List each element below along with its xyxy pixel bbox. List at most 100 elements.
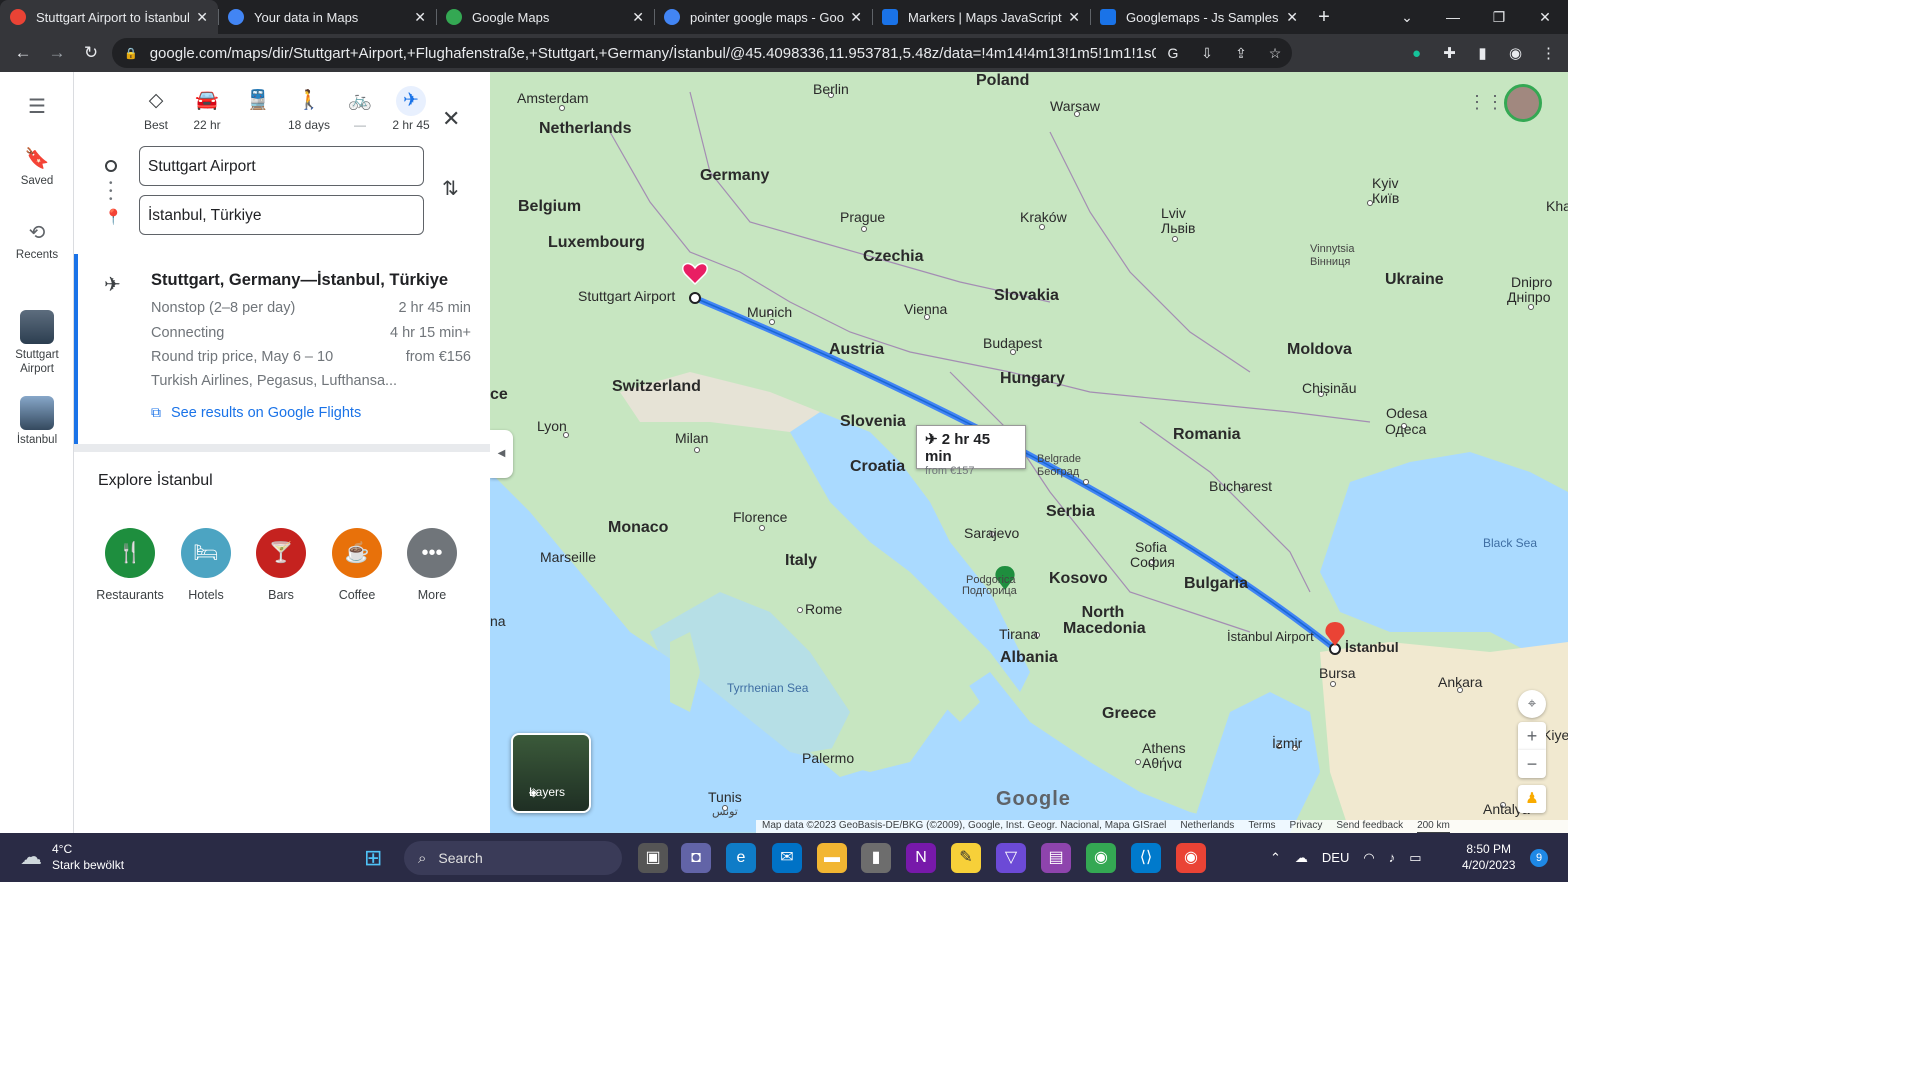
map-label: Vienna xyxy=(904,301,948,317)
explore-hotels[interactable]: 🛏 Hotels xyxy=(171,528,241,602)
restore-icon[interactable]: ❐ xyxy=(1476,0,1522,34)
zoom-in-button[interactable]: + xyxy=(1518,722,1546,750)
clock[interactable]: 8:50 PM 4/20/2023 xyxy=(1462,841,1515,873)
layers-button[interactable]: ◈ Layers xyxy=(511,733,591,813)
mode-best[interactable]: ◇ Best xyxy=(131,86,181,132)
google-lens-icon[interactable]: G xyxy=(1156,45,1190,61)
bike-icon: 🚲 xyxy=(348,90,372,111)
recent-place-stuttgart[interactable]: Stuttgart Airport xyxy=(0,310,74,376)
tab-pointer-search[interactable]: pointer google maps - Goo ✕ xyxy=(654,0,872,34)
destination-input[interactable]: İstanbul, Türkiye xyxy=(139,195,424,235)
recents-button[interactable]: ⟲ Recents xyxy=(0,220,74,261)
tab-search-icon[interactable]: ⌄ xyxy=(1384,0,1430,34)
my-location-button[interactable]: ⌖ xyxy=(1518,690,1546,718)
app-icon[interactable]: ▮ xyxy=(861,843,891,873)
mode-transit[interactable]: 🚆 xyxy=(233,86,283,118)
volume-icon[interactable]: ♪ xyxy=(1389,850,1396,865)
swap-icon[interactable]: ⇅ xyxy=(442,176,459,201)
sticky-notes-icon[interactable]: ✎ xyxy=(951,843,981,873)
app-icon[interactable]: ▤ xyxy=(1041,843,1071,873)
account-avatar[interactable] xyxy=(1504,84,1542,122)
explore-more[interactable]: ••• More xyxy=(397,528,467,602)
tab-markers[interactable]: Markers | Maps JavaScript ✕ xyxy=(872,0,1090,34)
share-icon[interactable]: ⇪ xyxy=(1224,45,1258,62)
mode-flight[interactable]: ✈ 2 hr 45 xyxy=(386,86,436,132)
taskbar-search[interactable]: ⌕ Search xyxy=(404,841,622,875)
chrome-icon[interactable]: ◉ xyxy=(1086,843,1116,873)
close-icon[interactable]: ✕ xyxy=(1068,9,1080,26)
language-indicator[interactable]: DEU xyxy=(1322,850,1349,865)
map-label: Tirana xyxy=(999,626,1039,642)
region-link[interactable]: Netherlands xyxy=(1180,820,1234,833)
menu-button[interactable]: ☰ xyxy=(0,94,74,123)
bookmark-star-icon[interactable]: ☆ xyxy=(1258,45,1292,62)
mail-icon[interactable]: ✉ xyxy=(772,843,802,873)
mode-drive[interactable]: 🚘 22 hr xyxy=(182,86,232,132)
install-icon[interactable]: ⇩ xyxy=(1190,45,1224,62)
file-explorer-icon[interactable]: ▬ xyxy=(817,843,847,873)
map-label: Sofia xyxy=(1135,539,1167,555)
recent-place-istanbul[interactable]: İstanbul xyxy=(0,396,74,446)
vscode-icon[interactable]: ⟨⟩ xyxy=(1131,843,1161,873)
vpn-icon[interactable]: ▽ xyxy=(996,843,1026,873)
chevron-up-icon[interactable]: ⌃ xyxy=(1270,850,1281,866)
close-directions-icon[interactable]: ✕ xyxy=(442,106,460,132)
close-icon[interactable]: ✕ xyxy=(414,9,426,26)
saved-button[interactable]: 🔖 Saved xyxy=(0,146,74,187)
task-view-icon[interactable]: ▣ xyxy=(638,843,668,873)
battery-icon[interactable]: ▭ xyxy=(1409,850,1421,866)
flight-route-card[interactable]: ✈ Stuttgart, Germany—İstanbul, Türkiye N… xyxy=(74,254,490,444)
tab-js-samples[interactable]: Googlemaps - Js Samples ✕ xyxy=(1090,0,1308,34)
tab-google-maps[interactable]: Google Maps ✕ xyxy=(436,0,654,34)
flight-info-box[interactable]: ✈ 2 hr 45 min from €157 xyxy=(916,425,1026,477)
pegman-icon[interactable]: ♟ xyxy=(1518,785,1546,813)
zoom-out-button[interactable]: − xyxy=(1518,750,1546,778)
close-icon[interactable]: ✕ xyxy=(1286,9,1298,26)
origin-input[interactable]: Stuttgart Airport xyxy=(139,146,424,186)
close-window-icon[interactable]: ✕ xyxy=(1522,0,1568,34)
mode-bike[interactable]: 🚲 — xyxy=(335,86,385,132)
map-label: Kha xyxy=(1546,198,1568,214)
lock-icon[interactable]: 🔒 xyxy=(124,47,138,60)
onedrive-icon[interactable]: ☁ xyxy=(1295,850,1308,866)
wifi-icon[interactable]: ◠ xyxy=(1363,850,1374,866)
side-panel-icon[interactable]: ▮ xyxy=(1466,44,1499,62)
extensions-icon[interactable]: ✚ xyxy=(1433,44,1466,62)
back-icon[interactable]: ← xyxy=(6,43,40,63)
notification-badge[interactable]: 9 xyxy=(1530,849,1548,867)
grammarly-icon[interactable]: ● xyxy=(1400,45,1433,62)
scale-label[interactable]: 200 km xyxy=(1417,820,1450,833)
tab-your-data[interactable]: Your data in Maps ✕ xyxy=(218,0,436,34)
address-bar[interactable]: 🔒 google.com/maps/dir/Stuttgart+Airport,… xyxy=(112,38,1292,68)
close-icon[interactable]: ✕ xyxy=(632,9,644,26)
teams-icon[interactable]: ◘ xyxy=(681,843,711,873)
reload-icon[interactable]: ↻ xyxy=(74,43,108,63)
feedback-link[interactable]: Send feedback xyxy=(1336,820,1403,833)
mode-walk[interactable]: 🚶 18 days xyxy=(284,86,334,132)
map-canvas[interactable]: Poland Netherlands Germany Belgium Luxem… xyxy=(490,72,1568,833)
minimize-icon[interactable]: — xyxy=(1430,0,1476,34)
explore-restaurants[interactable]: 🍴 Restaurants xyxy=(95,528,165,602)
weather-widget[interactable]: ☁ 4°C Stark bewölkt xyxy=(20,841,124,873)
terms-link[interactable]: Terms xyxy=(1248,820,1275,833)
explore-bars[interactable]: 🍸 Bars xyxy=(246,528,316,602)
menu-icon[interactable]: ⋮ xyxy=(1532,44,1565,62)
explore-coffee[interactable]: ☕ Coffee xyxy=(322,528,392,602)
windows-start-icon[interactable]: ⊞ xyxy=(364,845,382,871)
chrome-profile-icon[interactable]: ◉ xyxy=(1176,843,1206,873)
tab-directions[interactable]: Stuttgart Airport to İstanbul ✕ xyxy=(0,0,218,34)
close-icon[interactable]: ✕ xyxy=(196,9,208,26)
collapse-panel-button[interactable]: ◀ xyxy=(490,430,513,478)
maps-rail: ☰ 🔖 Saved ⟲ Recents Stuttgart Airport İs… xyxy=(0,72,74,833)
privacy-link[interactable]: Privacy xyxy=(1290,820,1323,833)
google-flights-link[interactable]: ⧉ See results on Google Flights xyxy=(151,404,361,421)
onenote-icon[interactable]: N xyxy=(906,843,936,873)
forward-icon[interactable]: → xyxy=(40,43,74,63)
edge-icon[interactable]: e xyxy=(726,843,756,873)
profile-avatar[interactable]: ◉ xyxy=(1499,44,1532,62)
google-icon xyxy=(664,9,680,25)
row-label: Turkish Airlines, Pegasus, Lufthansa... xyxy=(151,373,398,389)
search-icon: ⌕ xyxy=(418,849,427,867)
close-icon[interactable]: ✕ xyxy=(850,9,862,26)
new-tab-button[interactable]: + xyxy=(1308,0,1340,34)
